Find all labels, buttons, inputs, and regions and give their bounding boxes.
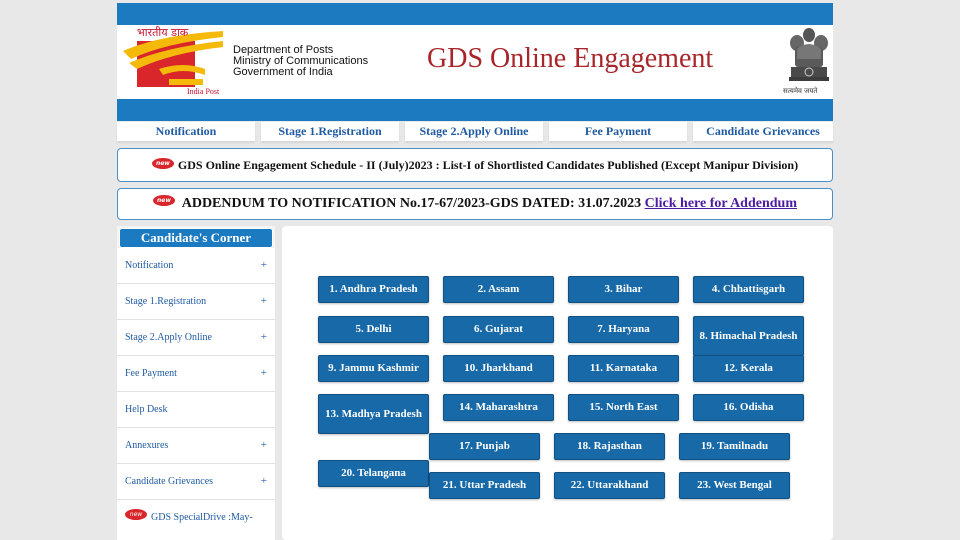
state-selection-panel: 1. Andhra Pradesh 2. Assam 3. Bihar 4. C… <box>282 226 833 540</box>
state-button-rajasthan[interactable]: 18. Rajasthan <box>554 433 665 460</box>
state-button-odisha[interactable]: 16. Odisha <box>693 394 804 421</box>
main-nav: Notification Stage 1.Registration Stage … <box>117 122 833 141</box>
nav-notification[interactable]: Notification <box>117 122 255 141</box>
national-emblem: सत्यमेव जयते <box>783 25 833 99</box>
sidebar-item-label: Stage 1.Registration <box>125 296 207 307</box>
schedule-notice[interactable]: new GDS Online Engagement Schedule - II (… <box>117 148 833 182</box>
state-button-jammu-kashmir[interactable]: 9. Jammu Kashmir <box>318 355 429 382</box>
sidebar-item-fee-payment[interactable]: Fee Payment + <box>117 356 275 392</box>
sidebar-item-gds-special-drive[interactable]: new GDS SpecialDrive :May- <box>117 500 275 540</box>
expand-plus-icon: + <box>260 331 267 343</box>
sidebar-item-label: Annexures <box>125 440 169 451</box>
sidebar-item-candidate-grievances[interactable]: Candidate Grievances + <box>117 464 275 500</box>
sidebar-item-help-desk[interactable]: Help Desk <box>117 392 275 428</box>
emblem-motto: सत्यमेव जयते <box>783 87 818 95</box>
state-button-andhra-pradesh[interactable]: 1. Andhra Pradesh <box>318 276 429 303</box>
addendum-link[interactable]: Click here for Addendum <box>645 196 797 211</box>
nav-candidate-grievances[interactable]: Candidate Grievances <box>693 122 833 141</box>
state-button-gujarat[interactable]: 6. Gujarat <box>443 316 554 343</box>
expand-plus-icon: + <box>260 259 267 271</box>
sidebar-title: Candidate's Corner <box>119 228 273 248</box>
sidebar-item-label-wrap: new GDS SpecialDrive :May- <box>125 500 253 536</box>
state-button-karnataka[interactable]: 11. Karnataka <box>568 355 679 382</box>
state-button-punjab[interactable]: 17. Punjab <box>429 433 540 460</box>
sidebar-item-label: GDS SpecialDrive :May- <box>151 512 253 523</box>
state-button-tamilnadu[interactable]: 19. Tamilnadu <box>679 433 790 460</box>
sidebar-item-label: Notification <box>125 260 174 271</box>
candidates-corner-sidebar: Candidate's Corner Notification + Stage … <box>117 226 275 540</box>
sidebar-item-label: Fee Payment <box>125 368 177 379</box>
state-button-north-east[interactable]: 15. North East <box>568 394 679 421</box>
addendum-notice-text: ADDENDUM TO NOTIFICATION No.17-67/2023-G… <box>181 196 642 211</box>
nav-stage2-apply-online[interactable]: Stage 2.Apply Online <box>405 122 543 141</box>
new-badge-icon: new <box>125 509 147 521</box>
india-post-logo[interactable]: भारतीय डाक India Post <box>119 25 227 99</box>
state-button-himachal-pradesh[interactable]: 8. Himachal Pradesh <box>693 316 804 356</box>
sidebar-item-label: Help Desk <box>125 404 168 415</box>
expand-plus-icon: + <box>260 367 267 379</box>
state-button-uttar-pradesh[interactable]: 21. Uttar Pradesh <box>429 472 540 499</box>
expand-plus-icon: + <box>260 439 267 451</box>
state-button-uttarakhand[interactable]: 22. Uttarakhand <box>554 472 665 499</box>
sidebar-item-stage1-registration[interactable]: Stage 1.Registration + <box>117 284 275 320</box>
ashoka-emblem-icon <box>789 28 829 81</box>
schedule-notice-text: GDS Online Engagement Schedule - II (Jul… <box>177 158 799 172</box>
state-button-chhattisgarh[interactable]: 4. Chhattisgarh <box>693 276 804 303</box>
new-badge-icon: new <box>152 195 175 207</box>
nav-stage1-registration[interactable]: Stage 1.Registration <box>261 122 399 141</box>
addendum-notice: new ADDENDUM TO NOTIFICATION No.17-67/20… <box>117 188 833 220</box>
logo-caption: India Post <box>187 87 220 96</box>
top-blue-bar <box>117 3 833 25</box>
sidebar-item-label: Candidate Grievances <box>125 476 214 487</box>
bottom-blue-bar <box>117 99 833 121</box>
site-header: भारतीय डाक India Post Department of Post… <box>117 25 833 99</box>
expand-plus-icon: + <box>260 295 267 307</box>
state-button-jharkhand[interactable]: 10. Jharkhand <box>443 355 554 382</box>
state-button-kerala[interactable]: 12. Kerala <box>693 355 804 382</box>
sidebar-item-label: Stage 2.Apply Online <box>125 332 212 343</box>
state-button-delhi[interactable]: 5. Delhi <box>318 316 429 343</box>
state-button-bihar[interactable]: 3. Bihar <box>568 276 679 303</box>
state-button-west-bengal[interactable]: 23. West Bengal <box>679 472 790 499</box>
expand-plus-icon: + <box>260 475 267 487</box>
sidebar-item-stage2-apply-online[interactable]: Stage 2.Apply Online + <box>117 320 275 356</box>
new-badge-icon: new <box>151 157 174 169</box>
state-button-haryana[interactable]: 7. Haryana <box>568 316 679 343</box>
department-info: Department of Posts Ministry of Communic… <box>233 45 368 78</box>
state-button-maharashtra[interactable]: 14. Maharashtra <box>443 394 554 421</box>
state-button-telangana[interactable]: 20. Telangana <box>318 460 429 487</box>
state-button-assam[interactable]: 2. Assam <box>443 276 554 303</box>
sidebar-item-notification[interactable]: Notification + <box>117 248 275 284</box>
logo-hindi-text: भारतीय डाक <box>137 26 189 39</box>
nav-fee-payment[interactable]: Fee Payment <box>549 122 687 141</box>
page: भारतीय डाक India Post Department of Post… <box>117 0 833 540</box>
sidebar-item-annexures[interactable]: Annexures + <box>117 428 275 464</box>
state-button-madhya-pradesh[interactable]: 13. Madhya Pradesh <box>318 394 429 434</box>
dept-line: Government of India <box>233 66 333 78</box>
site-title: GDS Online Engagement <box>427 43 714 74</box>
